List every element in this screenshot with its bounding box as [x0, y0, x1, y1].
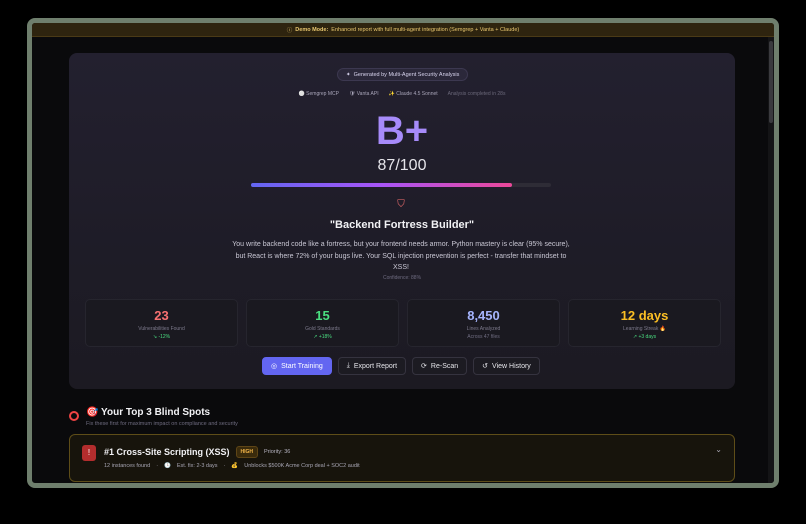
blind-spot-meta: 12 instances found · 🕒 Est. fix: 2-3 day… — [104, 463, 360, 469]
clock-icon: 🕒 — [164, 463, 171, 469]
separator: · — [223, 463, 226, 469]
action-bar: ◎ Start Training ⤓ Export Report ⟳ Re-Sc… — [262, 357, 540, 375]
section-title: 🎯 Your Top 3 Blind Spots — [86, 407, 211, 418]
tool-vanta: 🛡 Vanta API — [348, 91, 379, 97]
scrollbar-thumb[interactable] — [769, 41, 773, 123]
download-icon: ⤓ — [346, 362, 350, 369]
rescan-button[interactable]: ⟳ Re-Scan — [412, 357, 468, 375]
stat-label: Vulnerabilities Found — [138, 326, 185, 332]
sparkle-icon: ✦ — [346, 71, 351, 78]
priority-label: Priority: 36 — [264, 449, 291, 455]
analysis-badge: ✦ Generated by Multi-Agent Security Anal… — [337, 68, 469, 81]
stat-delta: Across 47 files — [467, 334, 500, 340]
info-icon: ⓘ — [286, 27, 293, 34]
refresh-icon: ⟳ — [421, 363, 427, 370]
instances-count: 12 instances found — [104, 463, 151, 469]
app-window: ⓘ Demo Mode: Enhanced report with full m… — [27, 18, 779, 488]
blind-spot-card[interactable]: ! #1 Cross-Site Scripting (XSS) HIGH Pri… — [69, 434, 735, 482]
stat-delta: ↗ +3 days — [632, 334, 657, 340]
severity-badge: HIGH — [235, 446, 259, 458]
security-score: 87/100 — [377, 157, 427, 174]
confidence-label: Confidence: 88% — [382, 275, 422, 281]
export-report-button[interactable]: ⤓ Export Report — [337, 357, 407, 375]
target-icon: ◎ — [271, 363, 278, 370]
analysis-duration: Analysis completed in 28s — [447, 91, 506, 97]
stat-label: Lines Analyzed — [466, 326, 501, 332]
tool-list: ⚪ Semgrep MCP 🛡 Vanta API ✨ Claude 4.5 S… — [69, 91, 735, 97]
report-hero-card: ✦ Generated by Multi-Agent Security Anal… — [69, 53, 735, 389]
blind-spot-title-row: #1 Cross-Site Scripting (XSS) HIGH Prior… — [104, 446, 290, 458]
stat-label: Learning Streak 🔥 — [623, 326, 666, 332]
stat-delta: ↗ +18% — [313, 334, 332, 340]
section-subtitle: Fix these first for maximum impact on co… — [86, 421, 238, 427]
score-progress-fill — [251, 183, 512, 187]
fix-estimate: Est. fix: 2-3 days — [176, 463, 218, 469]
money-icon: 💰 — [231, 463, 239, 469]
banner-text: Enhanced report with full multi-agent in… — [331, 26, 520, 33]
start-training-button[interactable]: ◎ Start Training — [262, 357, 332, 375]
persona-description: You write backend code like a fortress, … — [232, 241, 570, 271]
stat-label: Gold Standards — [305, 326, 340, 332]
score-progress-bar — [251, 183, 551, 187]
stat-gold-standards: 15 Gold Standards ↗ +18% — [246, 299, 399, 347]
stat-lines-analyzed: 8,450 Lines Analyzed Across 47 files — [407, 299, 560, 347]
target-icon — [69, 411, 79, 421]
developer-persona: "Backend Fortress Builder" — [329, 219, 475, 231]
stat-value: 23 — [154, 308, 169, 323]
stat-learning-streak: 12 days Learning Streak 🔥 ↗ +3 days — [568, 299, 721, 347]
shield-icon: ⛉ — [397, 199, 405, 210]
blind-spot-title: #1 Cross-Site Scripting (XSS) — [104, 447, 230, 457]
separator: · — [156, 463, 159, 469]
demo-mode-banner: ⓘ Demo Mode: Enhanced report with full m… — [32, 23, 774, 37]
history-icon: ↺ — [482, 363, 489, 370]
banner-label: Demo Mode: — [295, 26, 329, 33]
business-impact: Unblocks $500K Acme Corp deal + SOC2 aud… — [244, 463, 360, 469]
alert-icon: ! — [82, 445, 96, 461]
stat-value: 8,450 — [467, 308, 500, 323]
stat-delta: ↘ -12% — [152, 334, 171, 340]
stat-value: 15 — [315, 308, 330, 323]
stat-vulnerabilities: 23 Vulnerabilities Found ↘ -12% — [85, 299, 238, 347]
tool-semgrep: ⚪ Semgrep MCP — [298, 91, 339, 97]
stats-row: 23 Vulnerabilities Found ↘ -12% 15 Gold … — [85, 299, 721, 347]
security-grade: B+ — [375, 109, 429, 153]
stat-value: 12 days — [620, 308, 669, 323]
view-history-button[interactable]: ↺ View History — [473, 357, 540, 375]
analysis-badge-label: Generated by Multi-Agent Security Analys… — [353, 71, 460, 78]
chevron-down-icon[interactable]: ⌄ — [715, 445, 722, 454]
tool-claude: ✨ Claude 4.5 Sonnet — [388, 91, 438, 97]
